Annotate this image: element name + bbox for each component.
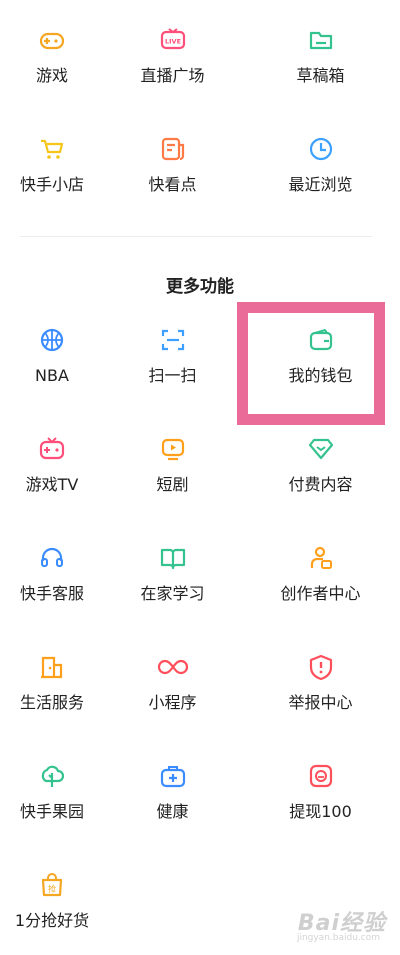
grid-item-label: 快手客服 [19,584,84,603]
folder-icon [306,25,336,55]
grid-item-folder[interactable]: 草稿箱 [241,0,400,109]
tree-icon [37,761,67,791]
grid-item-shield[interactable]: 举报中心 [241,627,400,736]
grid-item-label: 1分抢好货 [14,911,90,930]
highlight-box [237,302,385,425]
grid-item-withdraw[interactable]: 提现100 [241,736,400,845]
grid-item-tv-gamepad[interactable]: 游戏TV [0,409,104,518]
grid-item-label: NBA [35,366,69,385]
play-screen-icon [158,434,188,464]
grid-item-basketball[interactable]: NBA [0,300,104,409]
grid-item-creator[interactable]: 创作者中心 [241,518,400,627]
grid-item-label: 健康 [156,802,189,821]
creator-icon [306,543,336,573]
medkit-icon [158,761,188,791]
grid-item-play-screen[interactable]: 短剧 [104,409,241,518]
section-title: 更多功能 [166,277,234,297]
grid-item-label: 游戏TV [25,475,79,494]
top-feature-grid: 游戏 LIVE 直播广场 草稿箱快手小店 快看点 最近浏览 [0,0,400,218]
svg-text:抢: 抢 [48,884,56,894]
withdraw-icon [306,761,336,791]
gamepad-icon [37,25,67,55]
grid-item-headset[interactable]: 快手客服 [0,518,104,627]
headset-icon [37,543,67,573]
watermark-subtext: jingyan.baidu.com [296,933,380,943]
grid-item-label: 快手小店 [19,175,84,194]
tv-gamepad-icon [37,434,67,464]
grid-item-label: 在家学习 [140,584,205,603]
news-icon [158,134,188,164]
book-icon [158,543,188,573]
grid-item-label: 提现100 [289,802,352,821]
shop-icon [37,652,67,682]
infinity-icon [157,652,188,682]
grid-item-infinity[interactable]: 小程序 [104,627,241,736]
grid-item-label: 创作者中心 [280,584,361,603]
grid-item-label: 小程序 [148,693,197,712]
grid-item-clock[interactable]: 最近浏览 [241,109,400,218]
grid-item-label: 草稿箱 [296,66,345,85]
grid-item-label: 直播广场 [140,66,205,85]
grid-item-gamepad[interactable]: 游戏 [0,0,104,109]
cart-icon [37,134,67,164]
section-divider [20,236,372,237]
grid-item-live[interactable]: LIVE 直播广场 [104,0,241,109]
grid-item-tree[interactable]: 快手果园 [0,736,104,845]
grid-item-label: 游戏 [35,66,68,85]
live-icon: LIVE [158,25,188,55]
grab-bag-icon: 抢 [37,870,67,900]
grid-item-label: 快手果园 [19,802,84,821]
grid-item-label: 短剧 [156,475,189,494]
clock-icon [306,134,336,164]
grid-item-scan[interactable]: 扫一扫 [104,300,241,409]
grid-item-label: 付费内容 [288,475,353,494]
grid-item-shop[interactable]: 生活服务 [0,627,104,736]
basketball-icon [37,325,67,355]
grid-item-label: 生活服务 [19,693,84,712]
svg-text:LIVE: LIVE [164,38,180,46]
scan-icon [158,325,188,355]
grid-item-diamond[interactable]: 付费内容 [241,409,400,518]
grid-item-news[interactable]: 快看点 [104,109,241,218]
grid-item-label: 最近浏览 [288,175,353,194]
grid-item-label: 扫一扫 [148,366,197,385]
grid-item-label: 举报中心 [288,693,353,712]
grid-item-book[interactable]: 在家学习 [104,518,241,627]
grid-item-medkit[interactable]: 健康 [104,736,241,845]
diamond-icon [306,434,336,464]
grid-item-cart[interactable]: 快手小店 [0,109,104,218]
grid-item-label: 快看点 [148,175,197,194]
shield-icon [306,652,336,682]
grid-item-grab-bag[interactable]: 抢 1分抢好货 [0,845,104,954]
